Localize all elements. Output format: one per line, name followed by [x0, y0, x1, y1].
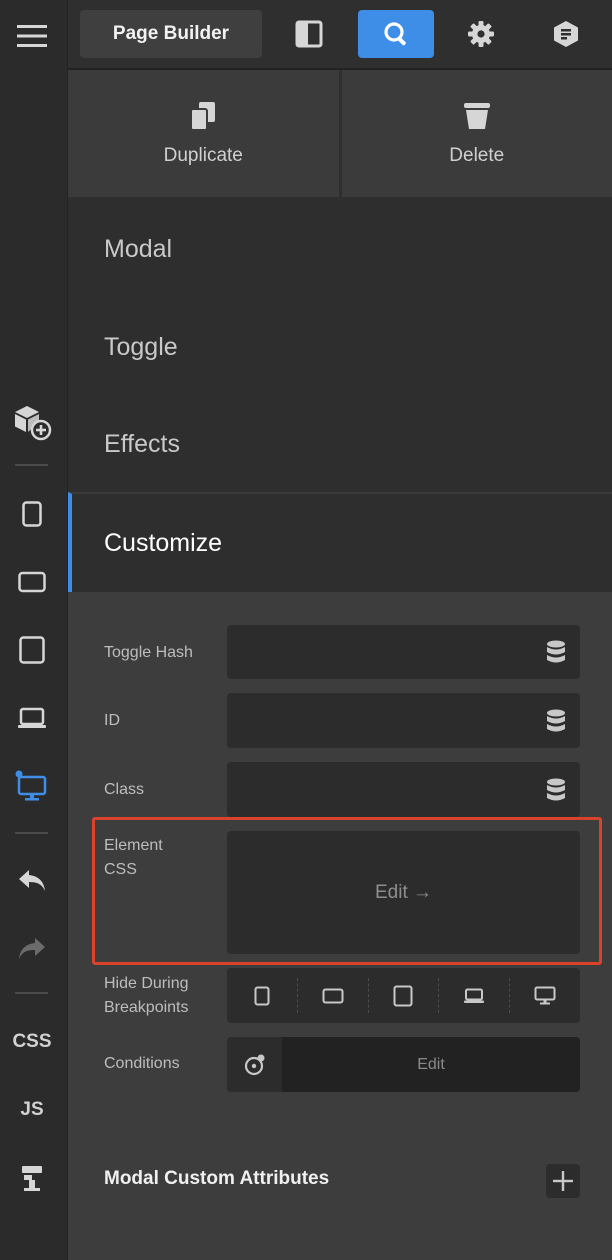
brand-logo-icon[interactable] — [528, 10, 604, 58]
class-label: Class — [104, 781, 145, 798]
css-button[interactable]: CSS — [0, 1026, 64, 1058]
dynamic-data-icon[interactable] — [546, 640, 566, 664]
class-input[interactable] — [227, 762, 580, 817]
dynamic-data-icon[interactable] — [546, 778, 566, 802]
duplicate-icon — [190, 101, 216, 131]
id-label: ID — [104, 712, 120, 729]
conditions-group: Edit — [227, 1037, 580, 1092]
customize-panel: Toggle Hash ID Class Element CSS Edit → … — [68, 592, 612, 1260]
desktop-icon[interactable] — [0, 766, 64, 806]
rail-divider — [15, 832, 48, 834]
hide-bp-tablet-icon[interactable] — [369, 978, 440, 1013]
delete-button[interactable]: Delete — [341, 70, 612, 200]
section-toggle[interactable]: Toggle — [68, 298, 612, 396]
js-button[interactable]: JS — [0, 1094, 64, 1126]
hide-breakpoints-label: Hide During Breakpoints — [104, 975, 189, 1016]
duplicate-label: Duplicate — [163, 144, 243, 166]
undo-icon[interactable] — [0, 862, 64, 900]
hide-bp-desktop-icon[interactable] — [510, 978, 580, 1013]
plus-icon — [553, 1171, 573, 1191]
laptop-icon[interactable] — [0, 700, 64, 736]
page-builder-button[interactable]: Page Builder — [80, 10, 262, 58]
panel-layout-icon[interactable] — [271, 10, 347, 58]
element-css-edit-button[interactable]: Edit → — [227, 831, 580, 954]
trash-icon — [463, 102, 490, 129]
section-customize[interactable]: Customize — [68, 492, 612, 592]
left-toolbar: CSS JS — [0, 0, 68, 1260]
add-component-icon[interactable] — [0, 400, 64, 444]
tablet-icon[interactable] — [0, 632, 64, 668]
search-icon[interactable] — [358, 10, 434, 58]
conditions-edit-button[interactable]: Edit — [282, 1037, 580, 1092]
add-attribute-button[interactable] — [546, 1164, 580, 1198]
section-modal[interactable]: Modal — [68, 200, 612, 298]
delete-label: Delete — [449, 144, 505, 166]
conditions-label: Conditions — [104, 1055, 180, 1072]
custom-attributes-title: Modal Custom Attributes — [104, 1168, 330, 1189]
toggle-hash-input[interactable] — [227, 625, 580, 679]
hide-bp-mobile-landscape-icon[interactable] — [298, 978, 369, 1013]
builder-tools-icon[interactable] — [0, 1160, 64, 1196]
top-bar: Page Builder — [68, 0, 612, 70]
rail-divider — [15, 464, 48, 466]
hide-bp-laptop-icon[interactable] — [439, 978, 511, 1013]
mobile-landscape-icon[interactable] — [0, 564, 64, 600]
hamburger-menu-icon[interactable] — [0, 16, 64, 56]
section-effects[interactable]: Effects — [68, 396, 612, 492]
redo-icon[interactable] — [0, 930, 64, 968]
toggle-hash-label: Toggle Hash — [104, 644, 193, 661]
element-css-label: Element CSS — [104, 837, 163, 878]
rail-divider — [15, 992, 48, 994]
hide-bp-mobile-portrait-icon[interactable] — [227, 978, 298, 1013]
settings-gear-icon[interactable] — [443, 10, 519, 58]
conditions-icon[interactable] — [227, 1037, 282, 1092]
hide-breakpoints-group — [227, 968, 580, 1023]
mobile-portrait-icon[interactable] — [0, 496, 64, 532]
dynamic-data-icon[interactable] — [546, 709, 566, 733]
element-actions: Duplicate Delete — [68, 70, 612, 200]
id-input[interactable] — [227, 693, 580, 748]
duplicate-button[interactable]: Duplicate — [68, 70, 342, 200]
